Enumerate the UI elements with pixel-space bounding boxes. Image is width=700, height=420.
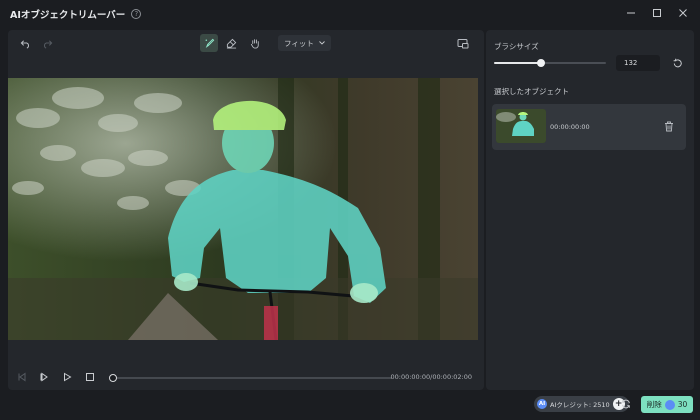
brush-size-input[interactable]: 132 — [616, 55, 660, 71]
credit-coin-icon — [664, 399, 675, 410]
window-controls — [620, 4, 694, 22]
ai-credit-label: AIクレジット: 2510 — [550, 401, 610, 409]
list-item[interactable]: 00:00:00:00 — [492, 104, 686, 150]
maximize-icon[interactable] — [646, 4, 668, 22]
selected-objects-label: 選択したオブジェクト — [494, 87, 569, 96]
hand-icon[interactable] — [246, 34, 264, 52]
stop-icon[interactable] — [82, 369, 98, 385]
object-time: 00:00:00:00 — [550, 123, 590, 131]
timecode: 00:00:00:00/00:00:02:00 — [390, 373, 473, 381]
redo-icon[interactable] — [38, 34, 56, 52]
undo-icon[interactable] — [16, 34, 34, 52]
trash-icon[interactable] — [662, 119, 676, 133]
brush-size-label: ブラシサイズ — [494, 42, 539, 51]
brush-size-slider[interactable] — [494, 59, 606, 67]
eraser-icon[interactable] — [222, 34, 240, 52]
chevron-down-icon — [319, 41, 325, 45]
play-icon[interactable] — [59, 369, 75, 385]
reset-icon[interactable] — [669, 55, 685, 71]
brush-icon[interactable] — [200, 34, 218, 52]
refresh-icon[interactable] — [619, 397, 633, 411]
title-bar: AIオブジェクトリムーバー ? — [0, 0, 700, 28]
timeline-track[interactable] — [109, 374, 392, 382]
settings-panel: ブラシサイズ 132 選択したオブジェクト 00:00:00:00 — [486, 30, 694, 390]
video-preview[interactable] — [8, 78, 478, 340]
zoom-fit-dropdown[interactable]: フィット — [278, 35, 331, 51]
help-icon[interactable]: ? — [131, 9, 142, 19]
ai-credit-icon: AI — [537, 399, 547, 409]
slider-fill — [494, 62, 542, 64]
delete-label: 削除 — [646, 400, 662, 409]
ai-credit-badge: AI AIクレジット: 2510 + — [534, 396, 629, 412]
fit-label: フィット — [284, 38, 314, 48]
delete-cost: 30 — [677, 400, 688, 409]
playback-controls: 00:00:00:00/00:00:02:00 — [8, 365, 484, 389]
editor-toolbar: フィット — [8, 30, 484, 56]
close-icon[interactable] — [672, 4, 694, 22]
compare-icon[interactable] — [454, 34, 472, 52]
delete-button[interactable]: 削除 30 — [641, 396, 693, 413]
timeline-playhead[interactable] — [109, 374, 117, 382]
previous-frame-icon[interactable] — [14, 369, 30, 385]
window-title: AIオブジェクトリムーバー — [10, 10, 126, 21]
slider-knob[interactable] — [537, 59, 546, 67]
object-thumbnail — [496, 109, 546, 143]
editor-panel: フィット 00:00:00:00/00:00:02:00 — [8, 30, 484, 390]
minimize-icon[interactable] — [620, 4, 642, 22]
next-frame-icon[interactable] — [36, 369, 52, 385]
